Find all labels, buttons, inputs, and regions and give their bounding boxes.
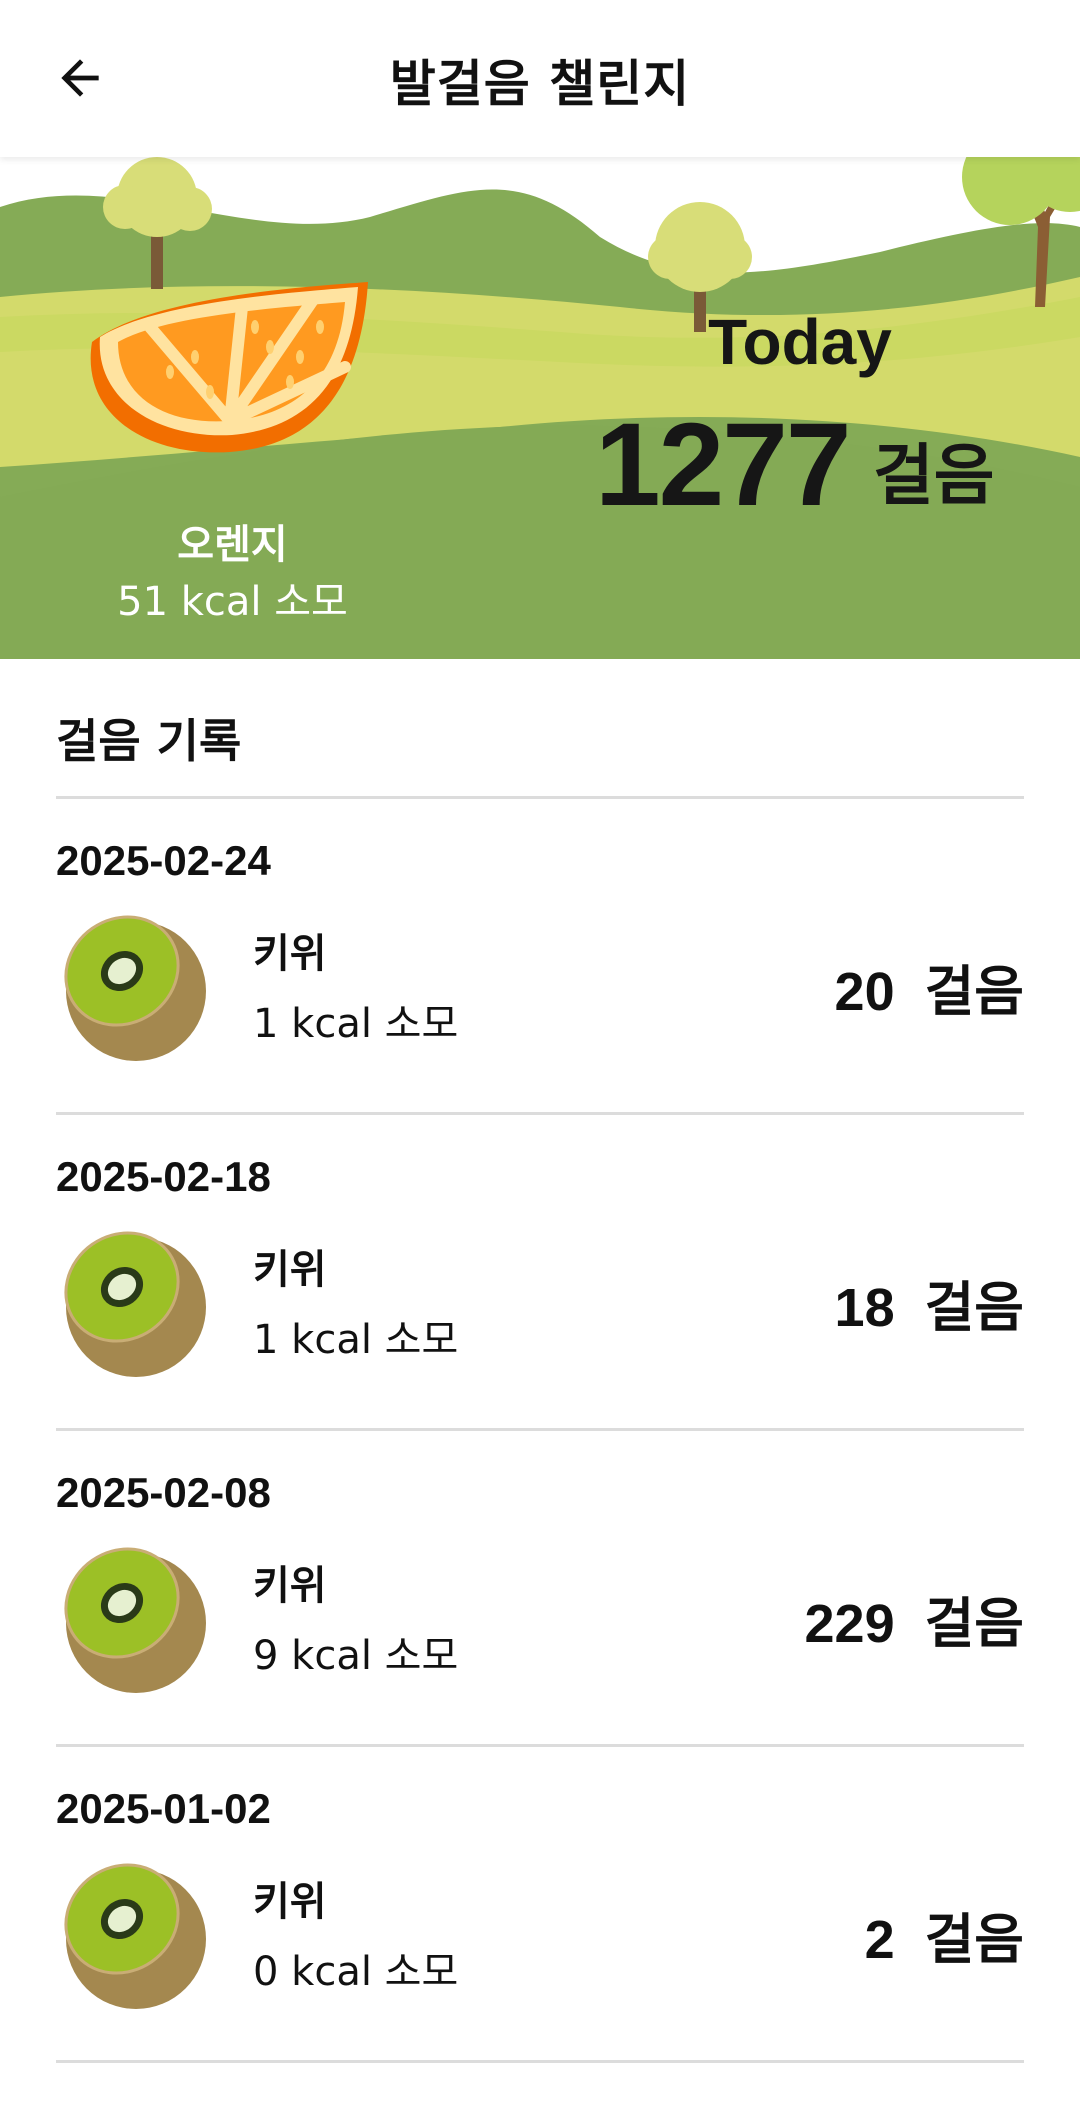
record-kcal: 1 kcal 소모: [253, 1001, 459, 1047]
kiwi-icon: [64, 1863, 206, 2009]
record-steps-count: 20: [834, 962, 895, 1022]
record-steps: 18 걸음: [835, 1263, 1024, 1342]
record-steps-unit: 걸음: [924, 1592, 1024, 1655]
kiwi-icon: [64, 1231, 206, 1377]
divider: [56, 2060, 1024, 2063]
kiwi-icon: [64, 1547, 206, 1693]
app-bar: 발걸음 챌린지: [0, 0, 1080, 157]
today-fruit-kcal: 51 kcal 소모: [117, 579, 348, 625]
record-fruit-name: 키위: [253, 1247, 327, 1293]
record-steps-unit: 걸음: [924, 960, 1024, 1023]
record-steps-count: 229: [804, 1594, 895, 1654]
record-item[interactable]: 2025-02-18 키위 1 kcal 소모 18 걸음: [0, 1115, 1080, 1431]
record-steps: 229 걸음: [805, 1579, 1024, 1658]
today-steps-count: 1277: [595, 399, 852, 531]
record-steps-count: 2: [864, 1910, 895, 1970]
record-fruit-name: 키위: [253, 1563, 327, 1609]
record-kcal: 9 kcal 소모: [253, 1633, 459, 1679]
record-steps-unit: 걸음: [924, 1276, 1024, 1339]
record-date: 2025-02-08: [56, 1469, 271, 1516]
record-item[interactable]: 2025-02-08 키위 9 kcal 소모 229 걸음: [0, 1431, 1080, 1747]
record-item[interactable]: 2025-01-02 키위 0 kcal 소모 2 걸음: [0, 1747, 1080, 2063]
record-date: 2025-02-24: [56, 837, 271, 884]
today-banner: 오렌지 51 kcal 소모 Today 1277 걸음: [0, 157, 1080, 659]
today-fruit-name: 오렌지: [177, 522, 288, 568]
history-title: 걸음 기록: [56, 714, 242, 768]
record-date: 2025-02-18: [56, 1153, 271, 1200]
kiwi-icon: [64, 915, 206, 1061]
record-steps: 20 걸음: [835, 947, 1024, 1026]
record-kcal: 1 kcal 소모: [253, 1317, 459, 1363]
today-label: Today: [708, 306, 892, 378]
record-steps: 2 걸음: [865, 1895, 1024, 1974]
record-date: 2025-01-02: [56, 1785, 271, 1832]
today-steps-unit: 걸음: [873, 437, 995, 514]
page-title: 발걸음 챌린지: [389, 55, 691, 113]
record-steps-count: 18: [834, 1278, 895, 1338]
record-fruit-name: 키위: [253, 931, 327, 977]
record-kcal: 0 kcal 소모: [253, 1949, 459, 1995]
record-fruit-name: 키위: [253, 1879, 327, 1925]
record-steps-unit: 걸음: [924, 1908, 1024, 1971]
record-item[interactable]: 2025-02-24 키위 1 kcal 소모 20 걸음: [0, 799, 1080, 1115]
